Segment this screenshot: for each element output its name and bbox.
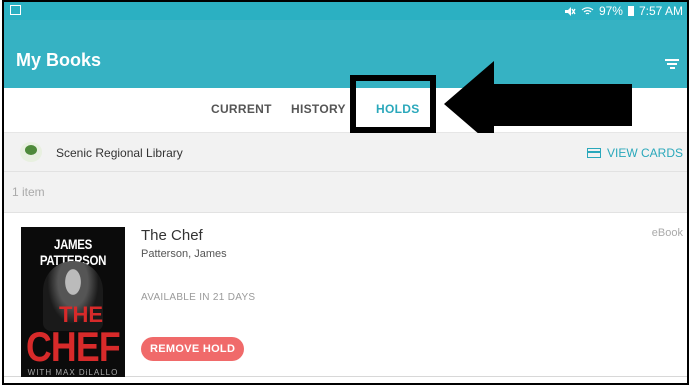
filter-icon[interactable] <box>665 59 679 70</box>
cover-title-chef: CHEF <box>26 323 121 370</box>
page-title: My Books <box>16 50 102 70</box>
status-bar-right: 97% 7:57 AM <box>564 4 683 18</box>
library-logo-icon <box>20 142 42 162</box>
view-cards-button[interactable]: VIEW CARDS <box>586 146 683 160</box>
availability-status: AVAILABLE IN 21 DAYS <box>141 292 256 303</box>
battery-percent: 97% <box>598 4 623 18</box>
tab-history[interactable]: HISTORY <box>291 102 346 116</box>
book-author: Patterson, James <box>141 248 227 260</box>
tab-current[interactable]: CURRENT <box>211 102 272 116</box>
view-cards-label: VIEW CARDS <box>606 146 683 160</box>
book-cover[interactable]: JAMES PATTERSON THE CHEF WITH MAX DiLALL… <box>21 227 125 377</box>
app-screen: 97% 7:57 AM My Books CURRENT HISTORY HOL… <box>2 0 689 385</box>
status-bar: 97% 7:57 AM <box>4 2 687 20</box>
annotation-highlight-box <box>350 75 436 133</box>
battery-icon <box>627 6 634 16</box>
list-item: JAMES PATTERSON THE CHEF WITH MAX DiLALL… <box>4 213 687 377</box>
image-icon <box>10 5 21 15</box>
mute-icon <box>564 6 576 16</box>
list-count-row: 1 item <box>4 172 687 213</box>
wifi-icon <box>581 6 594 14</box>
format-label: eBook <box>651 227 683 239</box>
cover-coauthor: WITH MAX DiLALLO <box>27 368 119 377</box>
library-header: Scenic Regional Library VIEW CARDS <box>4 133 687 172</box>
card-icon <box>586 148 601 158</box>
book-title[interactable]: The Chef <box>141 227 203 244</box>
item-count: 1 item <box>12 185 45 199</box>
library-name: Scenic Regional Library <box>56 146 183 160</box>
remove-hold-button[interactable]: REMOVE HOLD <box>141 337 245 361</box>
clock: 7:57 AM <box>638 4 683 18</box>
